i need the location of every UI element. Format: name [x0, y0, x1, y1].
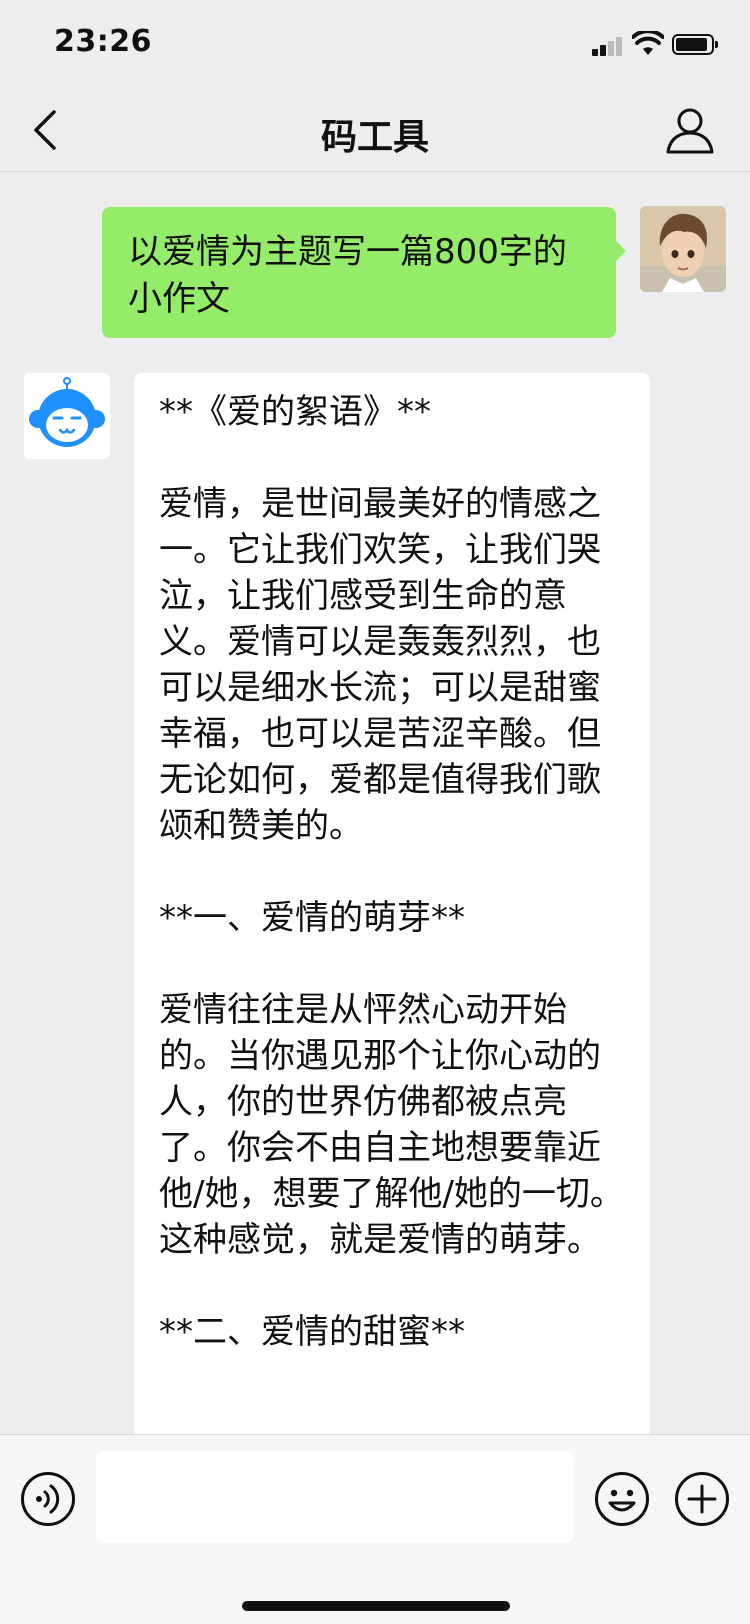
bot-message-paragraph: 爱情，是世间最美好的情感之一。它让我们欢笑，让我们哭泣，让我们感受到生命的意义。…: [159, 484, 601, 846]
user-message-bubble[interactable]: 以爱情为主题写一篇800字的小作文: [102, 207, 626, 338]
chat-title: 码工具: [320, 117, 429, 158]
status-time: 23:26: [54, 24, 152, 59]
person-icon[interactable]: [664, 104, 716, 156]
bot-message-paragraph: **二、爱情的甜蜜**: [159, 1312, 465, 1352]
smiley-icon[interactable]: [594, 1471, 650, 1527]
monkey-icon: [24, 373, 110, 459]
bot-avatar[interactable]: [24, 373, 110, 459]
cellular-signal-icon: [592, 36, 624, 56]
bot-message-bubble[interactable]: **《爱的絮语》** 爱情，是世间最美好的情感之一。它让我们欢笑，让我们哭泣，让…: [134, 373, 650, 1443]
user-avatar[interactable]: [640, 206, 726, 292]
nav-bar: 码工具: [0, 88, 750, 172]
status-bar: 23:26: [0, 0, 750, 88]
battery-icon: [672, 34, 718, 55]
plus-circle-icon[interactable]: [674, 1471, 730, 1527]
bot-message-paragraph: **《爱的絮语》**: [159, 392, 431, 432]
input-bar: [0, 1434, 750, 1624]
voice-icon[interactable]: [20, 1471, 76, 1527]
wifi-icon: [632, 31, 664, 55]
bot-message-paragraph: 爱情往往是从怦然心动开始的。当你遇见那个让你心动的人，你的世界仿佛都被点亮了。你…: [159, 990, 624, 1260]
user-avatar-image: [640, 206, 726, 292]
home-indicator: [242, 1601, 510, 1611]
message-input[interactable]: [96, 1451, 574, 1543]
bot-message-paragraph: **一、爱情的萌芽**: [159, 898, 465, 938]
user-message-text: 以爱情为主题写一篇800字的小作文: [128, 232, 567, 319]
